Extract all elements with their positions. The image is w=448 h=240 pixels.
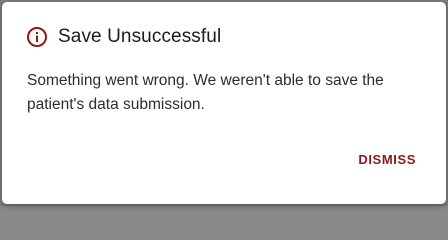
error-info-icon [26, 26, 48, 48]
dialog-title: Save Unsuccessful [58, 26, 222, 47]
dialog-message: Something went wrong. We weren't able to… [27, 72, 384, 113]
error-dialog: Save Unsuccessful Something went wrong. … [2, 2, 446, 204]
dismiss-button[interactable]: DISMISS [358, 152, 416, 167]
dialog-header: Save Unsuccessful [26, 24, 221, 50]
